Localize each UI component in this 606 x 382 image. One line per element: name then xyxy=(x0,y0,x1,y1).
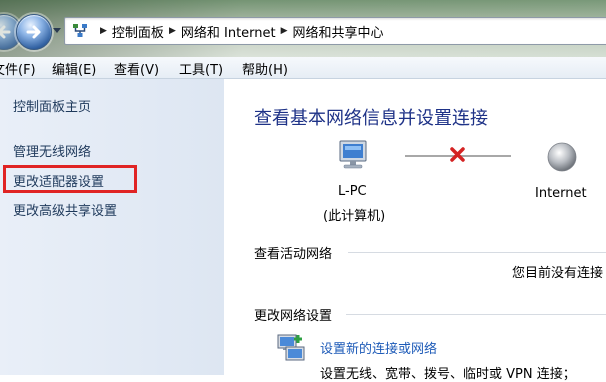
setup-new-connection-link[interactable]: 设置新的连接或网络 xyxy=(320,338,437,357)
page-title: 查看基本网络信息并设置连接 xyxy=(254,108,488,129)
network-center-icon xyxy=(73,24,87,37)
menu-tools[interactable]: 工具(T) xyxy=(179,59,223,78)
disconnected-x-icon[interactable] xyxy=(449,146,466,163)
forward-arrow-icon xyxy=(26,25,41,39)
menu-bar: 文件(F) 编辑(E) 查看(V) 工具(T) 帮助(H) xyxy=(0,57,606,79)
computer-name-label: L-PC xyxy=(338,184,367,199)
recent-pages-dropdown[interactable] xyxy=(52,24,62,38)
chevron-down-icon xyxy=(53,28,61,33)
sidebar-item-control-panel-home[interactable]: 控制面板主页 xyxy=(13,96,91,115)
forward-button[interactable] xyxy=(16,14,52,50)
window-titlebar: ▶ 控制面板 ▶ 网络和 Internet ▶ 网络和共享中心 xyxy=(0,0,606,57)
no-connection-status: 您目前没有连接 xyxy=(512,266,604,281)
address-bar[interactable]: ▶ 控制面板 ▶ 网络和 Internet ▶ 网络和共享中心 xyxy=(64,17,606,45)
internet-label: Internet xyxy=(535,186,587,201)
breadcrumb-separator-icon[interactable]: ▶ xyxy=(169,26,176,36)
computer-icon[interactable] xyxy=(336,139,372,173)
menu-edit[interactable]: 编辑(E) xyxy=(52,59,96,78)
breadcrumb-separator-icon[interactable]: ▶ xyxy=(281,26,288,36)
back-arrow-icon xyxy=(0,25,11,39)
left-nav-pane xyxy=(0,79,224,375)
computer-sub-label: (此计算机) xyxy=(323,209,386,224)
breadcrumb-network-internet[interactable]: 网络和 Internet xyxy=(181,22,276,41)
breadcrumb-control-panel[interactable]: 控制面板 xyxy=(112,22,164,41)
sidebar-item-manage-wireless[interactable]: 管理无线网络 xyxy=(13,141,91,160)
menu-view[interactable]: 查看(V) xyxy=(114,59,159,78)
change-settings-heading: 更改网络设置 xyxy=(254,309,333,324)
highlight-annotation-box xyxy=(3,165,137,193)
section-divider xyxy=(346,314,606,315)
menu-help[interactable]: 帮助(H) xyxy=(242,59,288,78)
sidebar-item-advanced-sharing[interactable]: 更改高级共享设置 xyxy=(13,200,117,219)
breadcrumb-separator-icon: ▶ xyxy=(100,26,107,36)
internet-globe-icon[interactable] xyxy=(545,140,579,174)
setup-new-connection-desc: 设置无线、宽带、拨号、临时或 VPN 连接； xyxy=(320,367,576,382)
menu-file[interactable]: 文件(F) xyxy=(0,59,36,78)
breadcrumb-sharing-center[interactable]: 网络和共享中心 xyxy=(293,22,384,41)
new-connection-icon[interactable] xyxy=(276,333,308,363)
section-divider xyxy=(348,252,606,253)
active-networks-heading: 查看活动网络 xyxy=(254,247,333,262)
